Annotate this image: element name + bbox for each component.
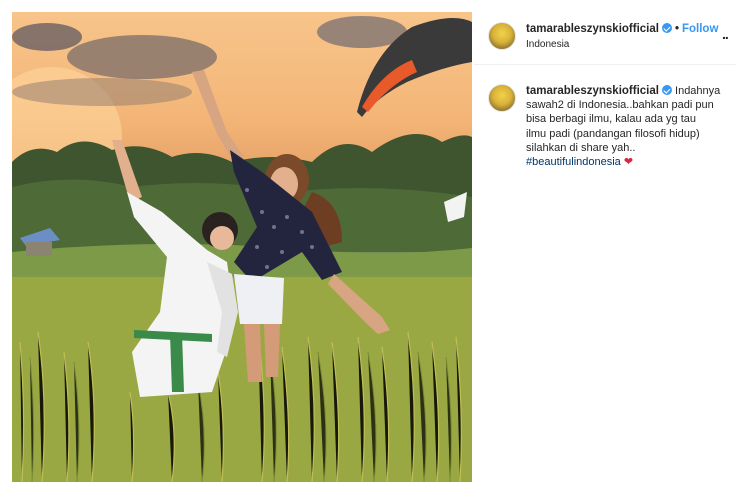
location-link[interactable]: Indonesia [526,39,569,50]
hashtag-link[interactable]: #beautifulindonesia [526,156,621,168]
caption-line: sawah2 di Indonesia..bahkan padi pun [526,99,714,112]
follow-button[interactable]: Follow [682,23,718,35]
caption-line: ilmu padi (pandangan filosofi hidup) [526,127,700,140]
avatar[interactable] [488,22,516,50]
photo-illustration [12,16,472,482]
caption-line: silahkan di share yah.. [526,141,636,154]
more-options-icon[interactable]: .. [722,26,729,42]
header-username-row: tamarableszynskiofficial • Follow [526,23,718,35]
caption-text: tamarableszynskiofficial Indahnya sawah2… [526,84,736,169]
post-header: tamarableszynskiofficial • Follow Indonesi… [474,12,736,65]
separator-dot: • [674,23,679,35]
caption-line: bisa berbagi ilmu, kalau ada yg tau [526,113,696,126]
caption-username[interactable]: tamarableszynskiofficial [526,85,659,97]
post-side-panel: tamarableszynskiofficial • Follow Indonesi… [474,0,745,489]
caption-line: Indahnya [675,85,721,97]
instagram-post: tamarableszynskiofficial • Follow Indonesi… [0,0,745,489]
post-photo[interactable] [12,12,472,482]
verified-badge-icon [661,23,672,33]
verified-badge-icon [661,85,672,95]
header-username[interactable]: tamarableszynskiofficial [526,23,659,35]
heart-emoji-icon: ❤ [623,156,634,169]
caption-avatar[interactable] [488,84,516,112]
